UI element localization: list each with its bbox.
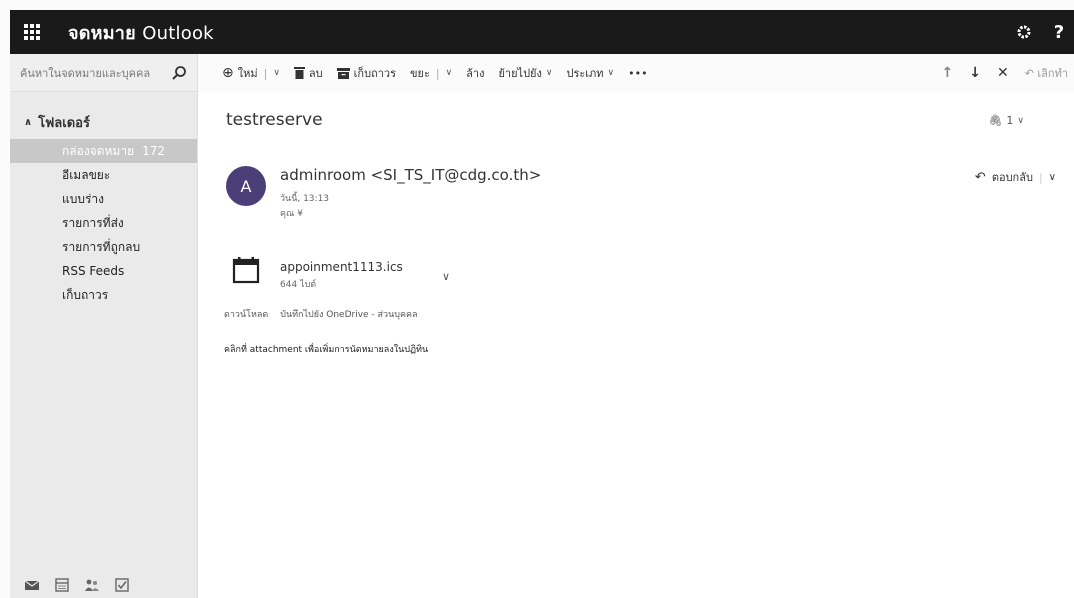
close-icon[interactable]: ✕: [997, 65, 1009, 81]
chevron-down-icon: ∨: [607, 68, 615, 78]
calendar-file-icon[interactable]: [232, 256, 260, 284]
reading-pane: testreserve 🖇 1 ∨ A adminroom <SI_TS_IT@…: [198, 92, 1074, 598]
new-button[interactable]: ⊕ ใหม่ | ∨: [222, 64, 280, 82]
more-button[interactable]: •••: [628, 67, 647, 80]
message-body: คลิกที่ attachment เพื่อเพิ่มการนัดหมายล…: [224, 345, 429, 355]
search-box[interactable]: ค้นหาในจดหมายและบุคคล: [10, 54, 197, 92]
trash-icon: [293, 67, 305, 79]
delete-label: ลบ: [308, 67, 323, 80]
chevron-down-icon[interactable]: ∨: [446, 68, 453, 78]
chevron-down-icon: ∨: [545, 68, 553, 78]
move-label: ย้ายไปยัง: [498, 67, 542, 80]
delete-button[interactable]: ลบ: [293, 64, 323, 82]
paperclip-icon: 🖇: [988, 114, 1003, 127]
archive-button[interactable]: เก็บถาวร: [336, 64, 396, 82]
message-subject: testreserve: [226, 110, 323, 130]
folders-heading: โฟลเดอร์: [38, 116, 90, 131]
attachment-name[interactable]: appoinment1113.ics: [280, 260, 403, 274]
attachment-count-value: 1: [1006, 114, 1014, 127]
save-to-onedrive-link[interactable]: บันทึกไปยัง OneDrive - ส่วนบุคคล: [280, 307, 417, 321]
unread-count: 172: [142, 144, 166, 158]
new-label: ใหม่: [237, 67, 258, 80]
waffle-icon: [24, 24, 40, 40]
junk-button[interactable]: ขยะ | ∨: [410, 64, 452, 82]
folder-archive[interactable]: เก็บถาวร: [10, 283, 197, 307]
outlook-app: จดหมาย Outlook ? ค้นหาในจดหมายและบุคคล ∧…: [0, 0, 1074, 598]
folder-label: เก็บถาวร: [62, 287, 109, 302]
attachment-size: 644 ไบต์: [280, 280, 317, 290]
undo-icon: ↶: [1024, 67, 1034, 80]
folder-label: อีเมลขยะ: [62, 167, 111, 182]
categories-button[interactable]: ประเภท ∨: [566, 64, 614, 82]
archive-icon: [336, 67, 350, 79]
top-bar: จดหมาย Outlook ?: [10, 10, 1074, 54]
tasks-icon[interactable]: [114, 578, 130, 592]
folders-header[interactable]: ∧ โฟลเดอร์: [10, 112, 197, 133]
folder-junk[interactable]: อีเมลขยะ: [10, 163, 197, 187]
avatar-initial: A: [240, 176, 252, 196]
people-icon[interactable]: [84, 578, 100, 592]
search-input[interactable]: ค้นหาในจดหมายและบุคคล: [20, 64, 171, 82]
categories-label: ประเภท: [566, 67, 604, 80]
folder-label: กล่องจดหมาย: [62, 143, 135, 158]
app-title[interactable]: จดหมาย Outlook: [68, 18, 214, 47]
move-to-button[interactable]: ย้ายไปยัง ∨: [498, 64, 552, 82]
chevron-down-icon[interactable]: ∨: [273, 68, 280, 78]
help-icon: ?: [1053, 21, 1065, 43]
help-button[interactable]: ?: [1044, 10, 1074, 54]
app-title-mail: จดหมาย: [68, 22, 136, 44]
reply-button[interactable]: ↶ ตอบกลับ | ∨: [975, 168, 1056, 186]
avatar[interactable]: A: [226, 166, 266, 206]
folder-deleted[interactable]: รายการที่ถูกลบ: [10, 235, 197, 259]
calendar-icon[interactable]: [54, 578, 70, 592]
plus-circle-icon: ⊕: [222, 65, 234, 81]
folder-inbox[interactable]: กล่องจดหมาย 172: [10, 139, 197, 163]
attachment-actions: ดาวน์โหลด บันทึกไปยัง OneDrive - ส่วนบุค…: [224, 307, 418, 321]
folder-rss[interactable]: RSS Feeds: [10, 259, 197, 283]
arrow-up-icon[interactable]: ↑: [941, 65, 953, 81]
gear-icon: [1017, 25, 1031, 39]
arrow-down-icon[interactable]: ↓: [969, 65, 981, 81]
more-icon: •••: [628, 66, 648, 80]
mail-icon[interactable]: [24, 578, 40, 592]
reply-icon: ↶: [974, 169, 986, 185]
archive-label: เก็บถาวร: [353, 67, 396, 80]
folder-sent[interactable]: รายการที่ส่ง: [10, 211, 197, 235]
sweep-button[interactable]: ล้าง: [466, 64, 484, 82]
module-switcher: [24, 578, 130, 592]
recipient[interactable]: คุณ ¥: [280, 206, 303, 220]
app-launcher-button[interactable]: [10, 10, 54, 54]
junk-label: ขยะ: [409, 67, 430, 80]
reply-label: ตอบกลับ: [991, 171, 1033, 184]
sender-name[interactable]: adminroom <SI_TS_IT@cdg.co.th>: [280, 166, 541, 184]
chevron-down-icon: ∨: [1017, 115, 1024, 126]
folder-pane: ค้นหาในจดหมายและบุคคล ∧ โฟลเดอร์ กล่องจด…: [10, 54, 198, 598]
command-bar: ⊕ ใหม่ | ∨ ลบ เก็บถาวร ขยะ | ∨ ล้าง ย้าย…: [198, 54, 1074, 92]
folder-label: รายการที่ส่ง: [62, 215, 124, 230]
folder-list: กล่องจดหมาย 172 อีเมลขยะ แบบร่าง รายการท…: [10, 139, 197, 307]
chevron-up-icon: ∧: [24, 117, 33, 128]
attachment-count[interactable]: 🖇 1 ∨: [988, 114, 1024, 127]
folder-drafts[interactable]: แบบร่าง: [10, 187, 197, 211]
undo-button[interactable]: ↶ เลิกทำ: [1025, 64, 1068, 82]
sent-time: วันนี้, 13:13: [280, 194, 330, 204]
chevron-down-icon[interactable]: ∨: [442, 270, 450, 283]
sweep-label: ล้าง: [466, 67, 485, 80]
search-icon[interactable]: [171, 65, 187, 81]
folder-label: รายการที่ถูกลบ: [62, 239, 141, 254]
chevron-down-icon[interactable]: ∨: [1049, 172, 1056, 183]
app-title-outlook: Outlook: [142, 22, 214, 44]
download-link[interactable]: ดาวน์โหลด: [224, 307, 268, 321]
undo-label: เลิกทำ: [1037, 67, 1068, 80]
settings-button[interactable]: [1004, 10, 1044, 54]
folder-label: แบบร่าง: [62, 191, 105, 206]
folder-label: RSS Feeds: [62, 264, 125, 278]
